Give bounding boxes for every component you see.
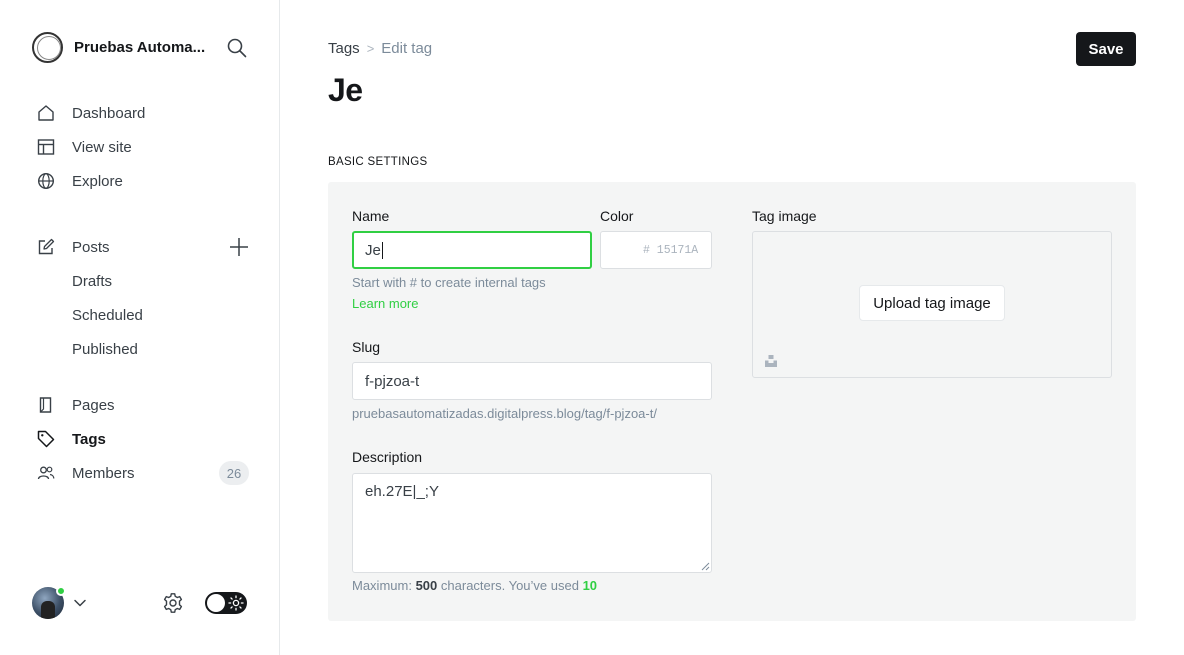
site-logo: [32, 32, 63, 63]
nav-pages-label: Pages: [72, 396, 115, 414]
tag-image-label: Tag image: [752, 208, 817, 224]
nav-pages[interactable]: Pages: [36, 393, 115, 417]
nav-members-label: Members: [72, 464, 135, 482]
nav-drafts-label: Drafts: [72, 272, 113, 290]
counter-used: 10: [582, 578, 598, 593]
plus-icon[interactable]: [228, 236, 250, 258]
description-textarea[interactable]: eh.27E|_;Y: [352, 473, 712, 573]
name-label: Name: [352, 208, 390, 224]
slug-input[interactable]: f-pjzoa-t: [352, 362, 712, 400]
slug-url: pruebasautomatizadas.digitalpress.blog/t…: [352, 406, 657, 421]
user-menu[interactable]: [32, 586, 66, 621]
character-counter: Maximum: 500 characters. You’ve used 10: [352, 578, 597, 593]
breadcrumb-current: Edit tag: [381, 40, 433, 57]
slug-input-value: f-pjzoa-t: [365, 372, 420, 390]
toggle-knob: [207, 594, 225, 612]
nav-explore-label: Explore: [72, 172, 123, 190]
save-button[interactable]: Save: [1076, 32, 1136, 66]
nav-view-site-label: View site: [72, 138, 132, 156]
breadcrumb-separator: >: [366, 41, 375, 56]
site-name: Pruebas Automa...: [74, 39, 206, 56]
upload-tag-image-button[interactable]: Upload tag image: [859, 285, 1005, 321]
unsplash-icon[interactable]: [764, 354, 778, 368]
nav-drafts[interactable]: Drafts: [72, 269, 112, 293]
name-hint: Start with # to create internal tags: [352, 275, 546, 290]
text-caret: [381, 241, 383, 259]
color-hex-input[interactable]: # 15171A: [637, 231, 712, 269]
site-brand[interactable]: Pruebas Automa...: [32, 32, 205, 63]
page-icon: [36, 395, 56, 415]
nav-dashboard-label: Dashboard: [72, 104, 146, 122]
layout-icon: [36, 137, 56, 157]
nav-scheduled-label: Scheduled: [72, 306, 143, 324]
globe-icon: [36, 171, 56, 191]
nav-tags[interactable]: Tags: [36, 427, 106, 451]
sidebar: Pruebas Automa... Dashboard View site Ex…: [0, 0, 280, 655]
edit-icon: [36, 237, 56, 257]
counter-prefix: Maximum:: [352, 578, 412, 593]
nav-explore[interactable]: Explore: [36, 169, 123, 193]
color-swatch[interactable]: [600, 231, 638, 269]
section-label: BASIC SETTINGS: [328, 156, 428, 168]
nav-dashboard[interactable]: Dashboard: [36, 101, 145, 125]
slug-label: Slug: [352, 339, 381, 355]
members-count-badge: 26: [219, 461, 249, 485]
nav-view-site[interactable]: View site: [36, 135, 132, 159]
nav-tags-label: Tags: [72, 430, 106, 448]
search-icon[interactable]: [226, 37, 248, 59]
nav-published[interactable]: Published: [72, 337, 138, 361]
nav-posts-label: Posts: [72, 238, 110, 256]
nav-posts[interactable]: Posts: [36, 235, 110, 259]
color-label: Color: [600, 208, 634, 224]
name-input[interactable]: Je: [352, 231, 592, 269]
sun-icon: [228, 595, 244, 611]
counter-max: 500: [415, 578, 438, 593]
learn-more-link[interactable]: Learn more: [352, 296, 418, 311]
home-icon: [36, 103, 56, 123]
breadcrumb: Tags > Edit tag: [328, 40, 432, 57]
online-status-dot: [56, 586, 66, 596]
users-icon: [36, 463, 56, 483]
tag-icon: [36, 429, 56, 449]
name-input-value: Je: [365, 241, 381, 259]
description-label: Description: [352, 449, 423, 465]
nav-published-label: Published: [72, 340, 138, 358]
chevron-down-icon[interactable]: [73, 596, 87, 610]
nav-members[interactable]: Members: [36, 461, 135, 485]
counter-middle: characters. You’ve used: [440, 578, 579, 593]
nav-scheduled[interactable]: Scheduled: [72, 303, 143, 327]
gear-icon[interactable]: [162, 592, 184, 614]
breadcrumb-tags-link[interactable]: Tags: [328, 40, 360, 57]
page-title: Je: [328, 72, 363, 108]
resize-grip-icon[interactable]: [701, 562, 710, 571]
theme-toggle[interactable]: [205, 592, 247, 614]
